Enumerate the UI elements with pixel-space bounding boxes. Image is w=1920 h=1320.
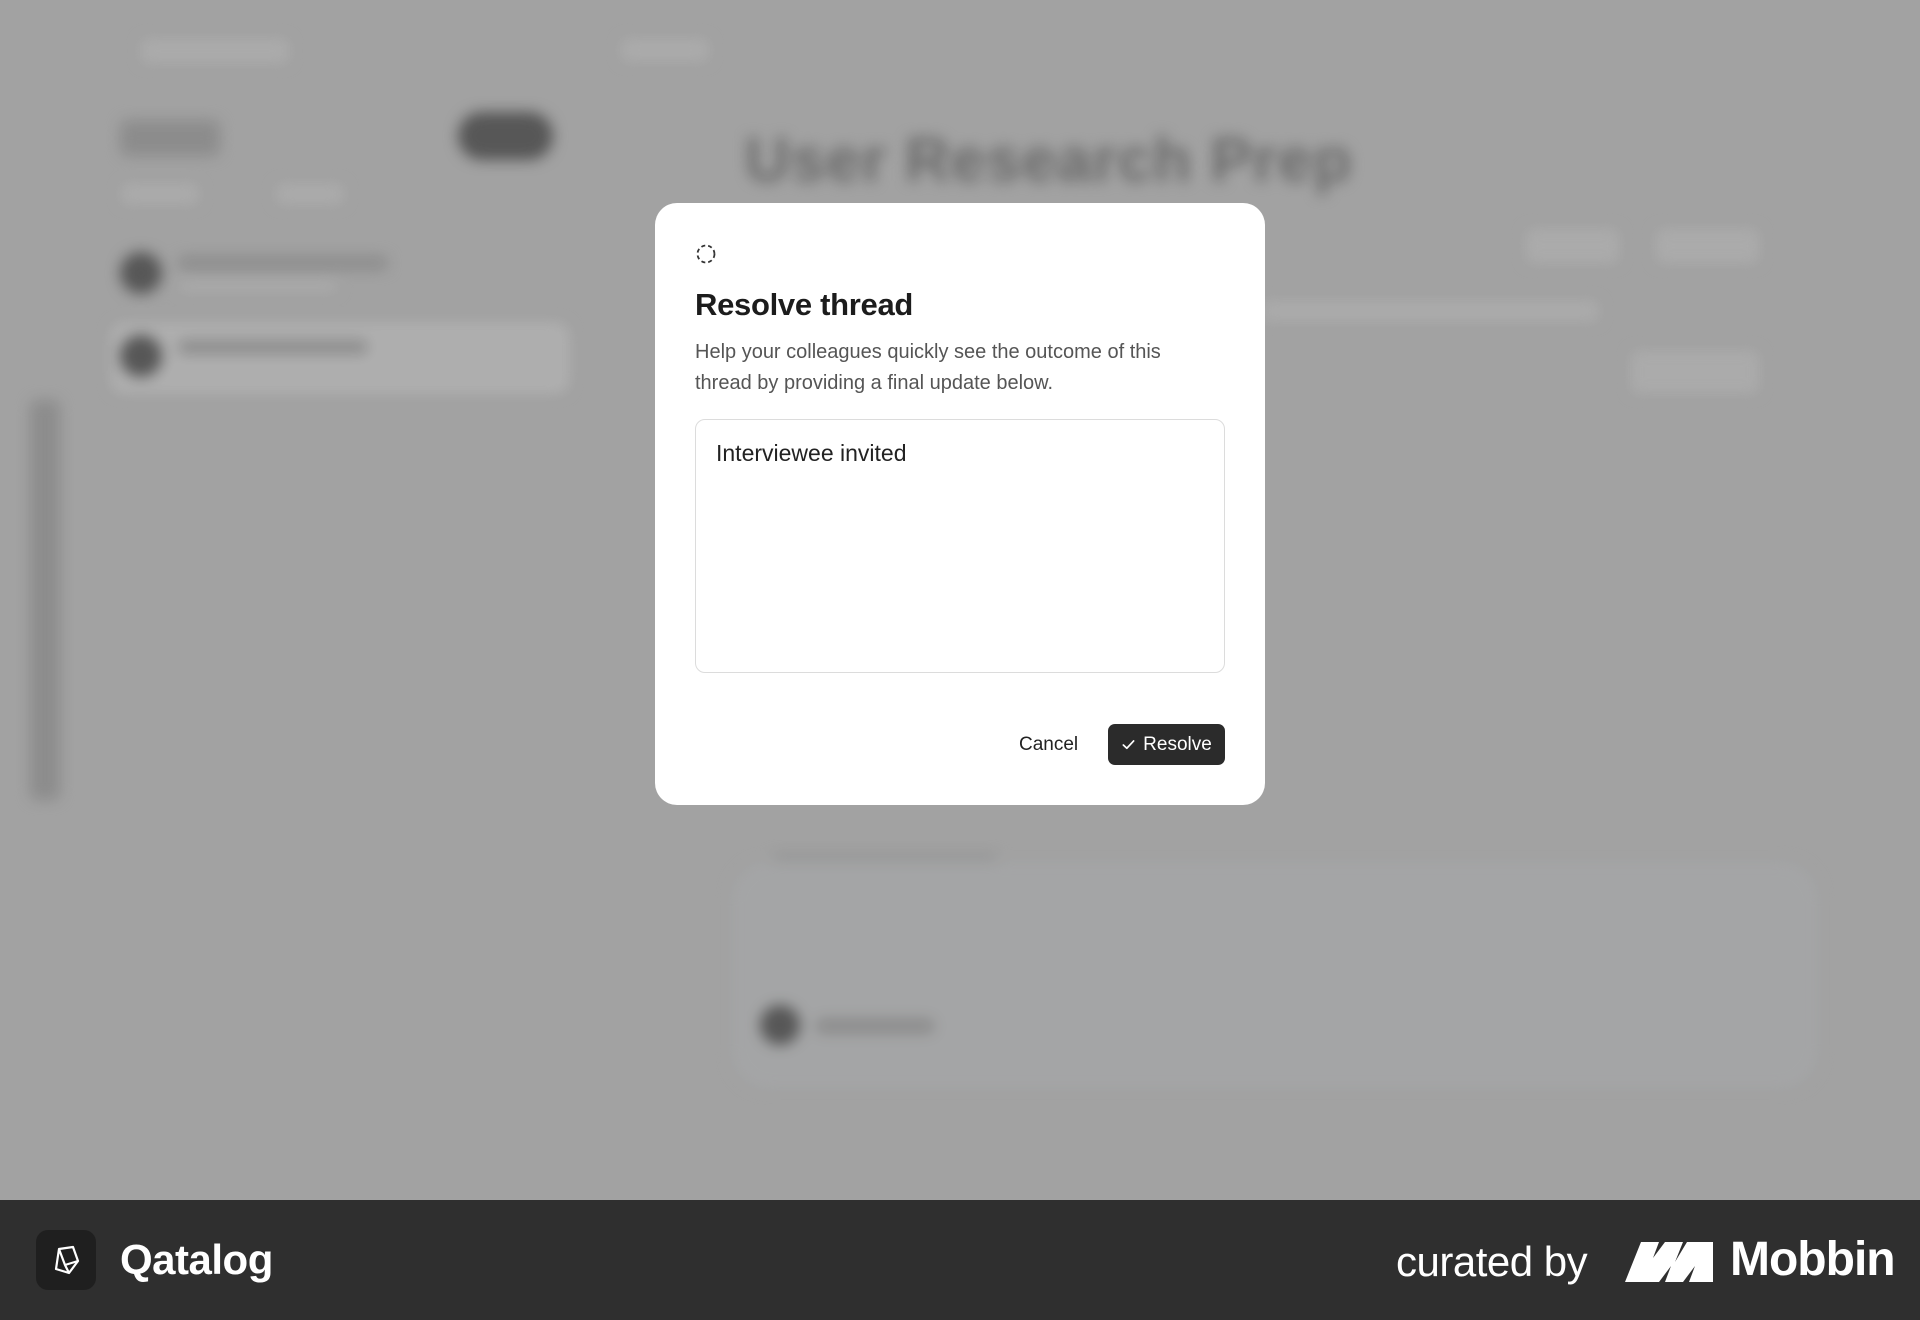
resolve-button-label: Resolve — [1143, 733, 1212, 755]
dashed-circle-icon — [696, 244, 716, 264]
resolve-button[interactable]: Resolve — [1108, 724, 1225, 765]
attribution-footer: Qatalog curated by Mobbin — [0, 1200, 1920, 1320]
dialog-description: Help your colleagues quickly see the out… — [695, 341, 1161, 394]
mobbin-wordmark: Mobbin — [1730, 1233, 1896, 1286]
resolve-thread-dialog: Resolve thread Help your colleagues quic… — [655, 203, 1265, 805]
qatalog-logo-icon — [36, 1230, 96, 1290]
check-icon — [1122, 740, 1135, 750]
final-update-textarea[interactable]: Interviewee invited — [695, 419, 1225, 673]
mobbin-logo-icon — [1625, 1242, 1713, 1282]
app-name: Qatalog — [120, 1236, 273, 1283]
cancel-button[interactable]: Cancel — [1005, 725, 1092, 765]
dialog-title: Resolve thread — [695, 287, 914, 322]
curated-by-text: curated by — [1396, 1238, 1588, 1285]
